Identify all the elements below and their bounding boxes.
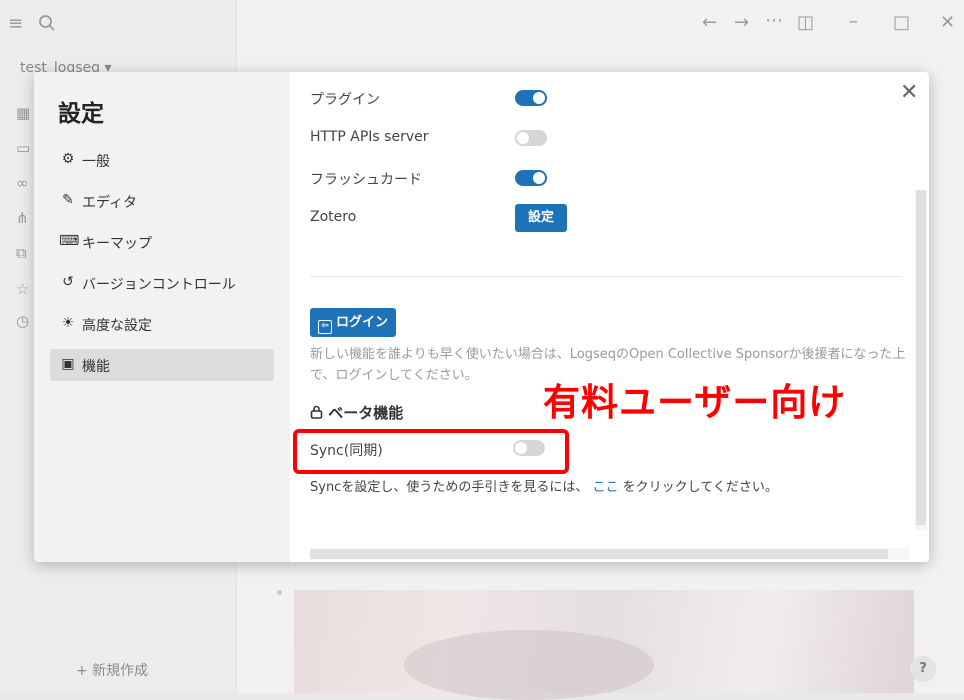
horizontal-scrollbar[interactable] [310,548,910,560]
divider [310,276,902,277]
bullet-dot [277,590,282,595]
maximize-icon[interactable]: □ [893,14,910,32]
http-api-toggle[interactable] [515,130,547,146]
lock-icon [310,404,328,422]
http-api-label: HTTP APIs server [310,129,429,145]
flashcards-icon[interactable]: ▭ [16,140,30,156]
annotation-highlight-box [293,429,569,474]
settings-content: プラグイン HTTP APIs server フラッシュカード Zotero 設… [290,72,929,562]
nav-features[interactable]: ▣ 機能 [50,349,274,381]
history-icon: ↺ [62,274,74,290]
nav-label: エディタ [82,195,138,211]
login-icon: ⇦ [317,320,332,334]
keyboard-icon: ⌨ [59,233,80,249]
lightbulb-icon: ☀ [61,315,75,331]
nav-label: 高度な設定 [82,318,152,334]
vertical-scrollbar[interactable] [915,190,927,530]
nav-label: 一般 [82,154,110,170]
settings-modal: 設定 ⚙ 一般 ✎ エディタ ⌨ キーマップ ↺ バージョンコントロール ☀ 高… [34,72,929,562]
all-pages-icon[interactable]: ⧉ [16,245,27,261]
plugins-label: プラグイン [310,92,380,108]
editor-icon: ✎ [62,192,74,208]
sync-guide-link[interactable]: ここ [592,480,618,495]
page-image [294,590,914,700]
features-icon: ▣ [61,356,75,372]
nav-general[interactable]: ⚙ 一般 [50,144,274,176]
recent-icon[interactable]: ◷ [16,313,29,329]
nav-label: バージョンコントロール [82,277,236,293]
menu-icon[interactable]: ≡ [8,15,23,33]
journals-icon[interactable]: ▦ [16,105,30,121]
login-button[interactable]: ⇦ ログイン [310,308,396,337]
close-icon[interactable]: ✕ [900,80,918,105]
back-arrow-icon[interactable]: ← [702,14,717,32]
graph-view-icon[interactable]: ⋔ [16,210,29,226]
sidebar-toggle-icon[interactable]: ◫ [797,14,814,32]
nav-label: キーマップ [82,236,152,252]
plugins-toggle[interactable] [515,90,547,106]
window-close-icon[interactable]: ✕ [940,14,955,32]
settings-nav-panel: 設定 ⚙ 一般 ✎ エディタ ⌨ キーマップ ↺ バージョンコントロール ☀ 高… [34,72,290,562]
flashcards-toggle[interactable] [515,170,547,186]
help-button[interactable]: ? [910,656,936,682]
nav-version-control[interactable]: ↺ バージョンコントロール [50,267,274,299]
flashcards-label: フラッシュカード [310,172,422,188]
zotero-settings-button[interactable]: 設定 [515,204,567,232]
login-label: ログイン [335,315,388,330]
more-icon[interactable]: ⋯ [765,12,783,30]
favorites-icon[interactable]: ☆ [16,281,29,297]
new-page-button[interactable]: + 新規作成 [76,660,148,680]
nav-keymap[interactable]: ⌨ キーマップ [50,226,274,258]
nav-label: 機能 [82,359,110,375]
sync-desc-text-end: をクリックしてください。 [622,480,778,495]
settings-title: 設定 [58,101,104,127]
sliders-icon: ⚙ [61,151,75,167]
beta-heading: ベータ機能 [310,402,403,423]
nav-advanced[interactable]: ☀ 高度な設定 [50,308,274,340]
annotation-text: 有料ユーザー向け [543,381,847,424]
nav-editor[interactable]: ✎ エディタ [50,185,274,217]
forward-arrow-icon[interactable]: → [734,14,749,32]
beta-title: ベータ機能 [328,404,404,422]
sync-desc-text: Syncを設定し、使うための手引きを見るには、 [310,480,589,495]
sync-description: Syncを設定し、使うための手引きを見るには、 ここ をクリックしてください。 [310,476,778,495]
search-icon[interactable] [38,14,56,36]
graph-icon[interactable]: ∞ [16,175,29,191]
zotero-label: Zotero [310,209,357,225]
minimize-icon[interactable]: – [849,13,858,31]
